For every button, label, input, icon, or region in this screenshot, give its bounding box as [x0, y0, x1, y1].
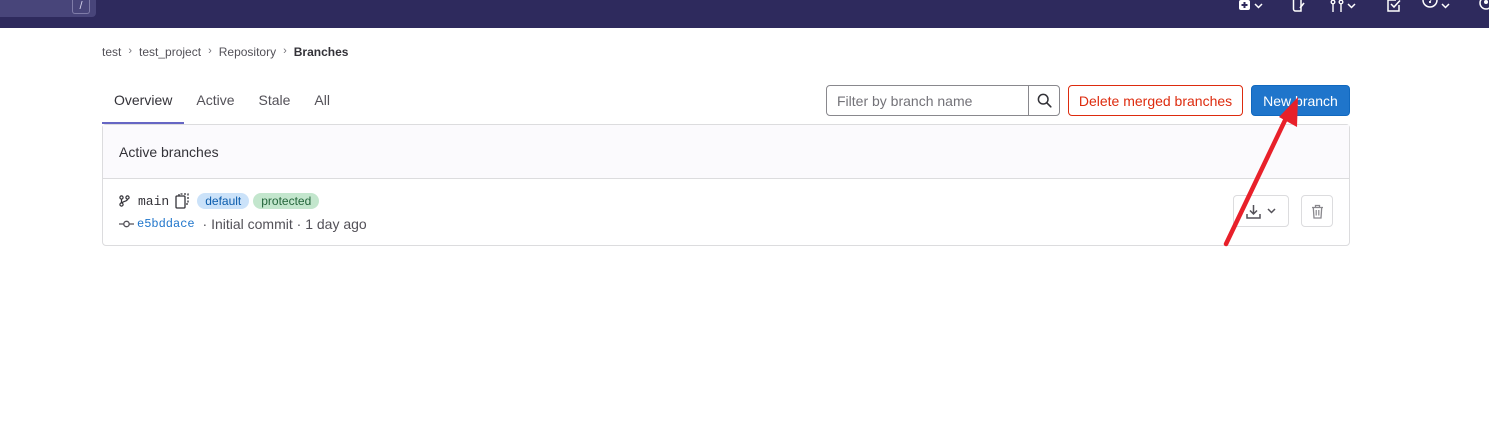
chevron-down-icon: [1254, 3, 1263, 9]
protected-badge: protected: [253, 193, 320, 209]
chevron-down-icon: [1267, 208, 1276, 214]
breadcrumb: test › test_project › Repository › Branc…: [102, 45, 348, 59]
chevron-down-icon: [1347, 3, 1356, 9]
chevron-right-icon: ›: [208, 45, 212, 57]
merge-requests-menu[interactable]: [1330, 0, 1356, 12]
chevron-right-icon: ›: [283, 45, 287, 57]
search-shortcut-hint: /: [72, 0, 90, 14]
user-menu[interactable]: [1478, 0, 1489, 12]
help-menu[interactable]: [1422, 0, 1450, 12]
search-icon: [1037, 93, 1052, 108]
copy-branch-name-button[interactable]: [175, 193, 189, 209]
commit-sha-link[interactable]: e5bddace: [137, 217, 195, 231]
branch-row: main default protected e5bddace · Initia…: [103, 179, 1349, 245]
create-new-menu[interactable]: [1238, 0, 1263, 12]
todos-link[interactable]: [1387, 0, 1401, 12]
tab-all[interactable]: All: [302, 86, 342, 124]
active-branches-card: Active branches main default protected e…: [102, 124, 1350, 246]
new-branch-button[interactable]: New branch: [1251, 85, 1350, 116]
default-badge: default: [197, 193, 250, 209]
breadcrumb-item-branches[interactable]: Branches: [294, 45, 349, 59]
top-navbar: /: [0, 0, 1489, 28]
commit-icon: [119, 220, 134, 228]
download-icon: [1246, 204, 1261, 219]
trash-icon: [1311, 204, 1323, 219]
tab-active[interactable]: Active: [184, 86, 246, 124]
plus-icon: [1239, 0, 1250, 10]
tab-overview[interactable]: Overview: [102, 86, 185, 124]
separator-dot: ·: [292, 216, 306, 232]
branch-info: main default protected: [119, 193, 320, 209]
chevron-right-icon: ›: [128, 45, 133, 57]
commit-message-link[interactable]: Initial commit: [211, 216, 293, 232]
user-avatar-icon: [1479, 0, 1489, 10]
delete-merged-branches-button[interactable]: Delete merged branches: [1068, 85, 1243, 116]
separator-dot: ·: [198, 216, 212, 232]
tab-stale[interactable]: Stale: [246, 86, 302, 124]
search-box[interactable]: /: [0, 0, 96, 17]
copy-icon: [175, 193, 189, 209]
breadcrumb-item-test[interactable]: test: [102, 45, 121, 59]
branch-icon: [119, 195, 130, 207]
commit-time: 1 day ago: [305, 216, 367, 232]
delete-branch-button[interactable]: [1301, 195, 1333, 227]
issues-link[interactable]: [1292, 0, 1306, 12]
chevron-down-icon: [1441, 3, 1450, 9]
breadcrumb-item-repository[interactable]: Repository: [219, 45, 276, 59]
branch-filter: [826, 85, 1060, 116]
branch-tabs: Overview Active Stale All: [102, 86, 342, 124]
breadcrumb-item-project[interactable]: test_project: [139, 45, 201, 59]
branch-filter-input[interactable]: [827, 86, 1028, 115]
commit-info: e5bddace · Initial commit · 1 day ago: [119, 216, 367, 232]
help-icon: [1422, 0, 1438, 8]
merge-request-icon: [1330, 0, 1344, 12]
branch-name-link[interactable]: main: [138, 194, 169, 209]
issues-icon: [1292, 0, 1305, 12]
download-dropdown-button[interactable]: [1233, 195, 1289, 227]
todo-icon: [1387, 0, 1401, 12]
card-header: Active branches: [103, 125, 1349, 179]
search-button[interactable]: [1028, 86, 1059, 115]
